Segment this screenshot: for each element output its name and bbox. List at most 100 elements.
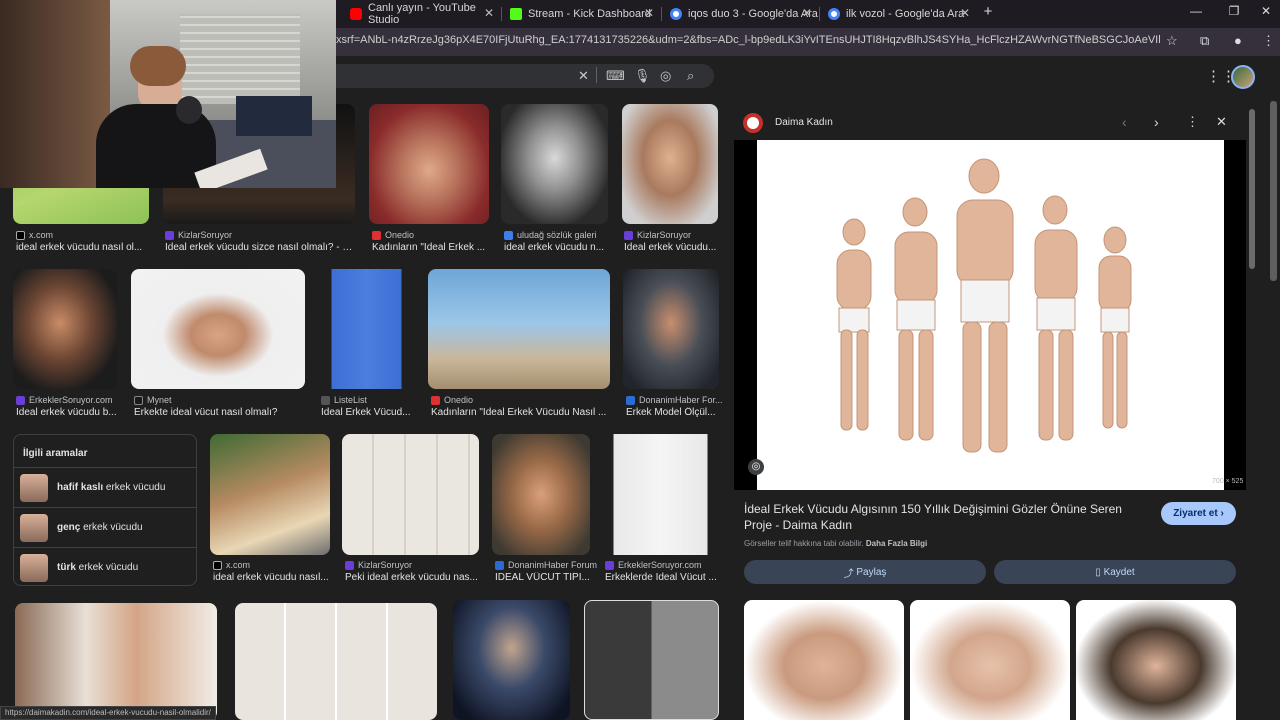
result-image[interactable] (342, 434, 479, 555)
image-caption[interactable]: İdeal erkek vücudu... (624, 242, 718, 253)
related-image[interactable] (744, 600, 904, 720)
tab-vozol-search[interactable]: ilk vozol - Google'da Ara ✕ (820, 2, 976, 26)
menu-dots-icon[interactable]: ⋮ (1262, 33, 1275, 49)
microphone-icon (176, 96, 202, 124)
previous-icon[interactable]: ‹ (1122, 114, 1127, 130)
scrollbar-thumb[interactable] (1249, 109, 1255, 269)
tab-youtube-studio[interactable]: Canlı yayın - YouTube Studio ✕ (342, 2, 500, 26)
image-source[interactable]: ErkeklerSoruyor.com (16, 395, 113, 405)
keyboard-icon[interactable]: ⌨ (606, 68, 625, 84)
close-icon[interactable]: ✕ (484, 6, 494, 20)
save-button[interactable]: ▯ Kaydet (994, 560, 1236, 584)
image-caption[interactable]: Erkekte ideal vücut nasıl olmalı? (134, 407, 305, 418)
result-image[interactable] (501, 104, 608, 224)
bookmark-star-icon[interactable]: ☆ (1166, 33, 1178, 49)
tab-iqos-search[interactable]: iqos duo 3 - Google'da Ara ✕ (662, 2, 818, 26)
source-label: Onedio (444, 395, 474, 405)
site-icon (624, 230, 633, 240)
avatar[interactable] (1231, 65, 1255, 89)
search-input[interactable]: ✕ ⌨ 🎙 ◎ ⌕ (320, 64, 714, 88)
image-source[interactable]: x.com (213, 560, 250, 570)
image-source[interactable]: Onedio (431, 395, 473, 405)
image-caption[interactable]: İdeal erkek vücudu b... (16, 407, 117, 418)
image-source[interactable]: DonanimHaber For... (626, 395, 723, 405)
minimize-button[interactable]: — (1186, 4, 1206, 18)
result-image[interactable] (318, 269, 415, 389)
save-label: Kaydet (1103, 566, 1135, 578)
restore-button[interactable]: ❐ (1224, 4, 1244, 18)
preview-site-name[interactable]: Daima Kadın (775, 117, 833, 128)
source-label: DonanimHaber For... (639, 395, 723, 405)
image-caption[interactable]: ideal erkek vücudu nasıl ol... (16, 242, 150, 253)
image-caption[interactable]: Erkeklerde İdeal Vücut ... (605, 572, 719, 583)
image-caption[interactable]: Erkek Model Ölçül... (626, 407, 719, 418)
result-image[interactable] (622, 104, 718, 224)
result-image[interactable] (453, 600, 570, 720)
result-image[interactable] (492, 434, 590, 555)
image-source[interactable]: Mynet (134, 395, 172, 405)
image-source[interactable]: ErkeklerSoruyor.com (605, 560, 702, 570)
new-tab-button[interactable]: + (978, 3, 998, 20)
microphone-icon[interactable]: 🎙 (634, 68, 651, 84)
image-source[interactable]: KizlarSoruyor (345, 560, 412, 570)
next-icon[interactable]: › (1154, 114, 1159, 130)
share-button[interactable]: ⤴ Paylaş (744, 560, 986, 584)
result-image[interactable] (428, 269, 610, 389)
tab-kick-dashboard[interactable]: Stream - Kick Dashboard ✕ (502, 2, 660, 26)
image-source[interactable]: Onedio (372, 230, 414, 240)
site-icon (321, 395, 330, 405)
close-window-button[interactable]: ✕ (1256, 4, 1276, 18)
extensions-icon[interactable]: ⧉ (1200, 33, 1209, 49)
image-source[interactable]: uludağ sözlük galeri (504, 230, 597, 240)
url-field[interactable]: xsrf=ANbL-n4zRrzeJg36pX4E70IFjUtuRhg_EA:… (336, 34, 1160, 46)
preview-title[interactable]: İdeal Erkek Vücudu Algısının 150 Yıllık … (744, 501, 1150, 533)
preview-image[interactable] (757, 140, 1224, 490)
result-image[interactable] (369, 104, 489, 224)
result-image[interactable] (584, 600, 719, 720)
site-icon (345, 560, 354, 570)
result-image[interactable] (13, 269, 117, 389)
result-image[interactable] (131, 269, 305, 389)
image-caption[interactable]: ideal erkek vücudu n... (504, 242, 608, 253)
profile-icon[interactable]: ● (1234, 33, 1242, 48)
image-caption[interactable]: Peki ideal erkek vücudu nas... (345, 572, 479, 583)
image-source[interactable]: x.com (16, 230, 53, 240)
lens-icon[interactable]: ◎ (660, 68, 671, 84)
image-caption[interactable]: İDEAL VÜCUT TİPİ... (495, 572, 590, 583)
image-source[interactable]: KizlarSoruyor (624, 230, 691, 240)
visit-button[interactable]: Ziyaret et › (1161, 502, 1236, 525)
page-scrollbar-thumb[interactable] (1270, 101, 1277, 281)
result-image[interactable] (602, 434, 719, 555)
result-image[interactable] (623, 269, 719, 389)
image-caption[interactable]: ideal erkek vücudu nasıl... (213, 572, 330, 583)
related-item[interactable]: hafif kaslı erkek vücudu (14, 467, 196, 507)
result-image[interactable] (235, 603, 437, 720)
image-caption[interactable]: Kadınların "İdeal Erkek ... (372, 242, 490, 253)
clear-icon[interactable]: ✕ (578, 68, 589, 84)
image-source[interactable]: DonanimHaber Forum (495, 560, 597, 570)
lens-icon[interactable]: ◎ (748, 459, 764, 475)
image-caption[interactable]: İdeal erkek vücudu sizce nasıl olmalı? -… (165, 242, 355, 253)
image-source[interactable]: KizlarSoruyor (165, 230, 232, 240)
source-label: Mynet (147, 395, 172, 405)
more-options-icon[interactable]: ⋮ (1186, 114, 1199, 130)
image-caption[interactable]: Kadınların "İdeal Erkek Vücudu Nasıl ... (431, 407, 610, 418)
related-image[interactable] (1076, 600, 1236, 720)
search-icon[interactable]: ⌕ (687, 68, 694, 84)
related-rest: erkek vücudu (103, 482, 166, 493)
source-label: KizlarSoruyor (637, 230, 692, 240)
result-image[interactable] (15, 603, 217, 720)
close-icon[interactable]: ✕ (960, 6, 970, 20)
close-icon[interactable]: ✕ (802, 6, 812, 20)
result-image[interactable] (210, 434, 330, 555)
close-icon[interactable]: ✕ (1216, 114, 1227, 130)
close-icon[interactable]: ✕ (644, 6, 654, 20)
related-image[interactable] (910, 600, 1070, 720)
related-item[interactable]: türk erkek vücudu (14, 547, 196, 587)
related-title: İlgili aramalar (23, 448, 88, 459)
image-source[interactable]: ListeList (321, 395, 367, 405)
scrollbar[interactable] (1248, 101, 1256, 707)
image-caption[interactable]: İdeal Erkek Vücud... (321, 407, 415, 418)
more-info-link[interactable]: Daha Fazla Bilgi (866, 539, 927, 548)
related-item[interactable]: genç erkek vücudu (14, 507, 196, 547)
